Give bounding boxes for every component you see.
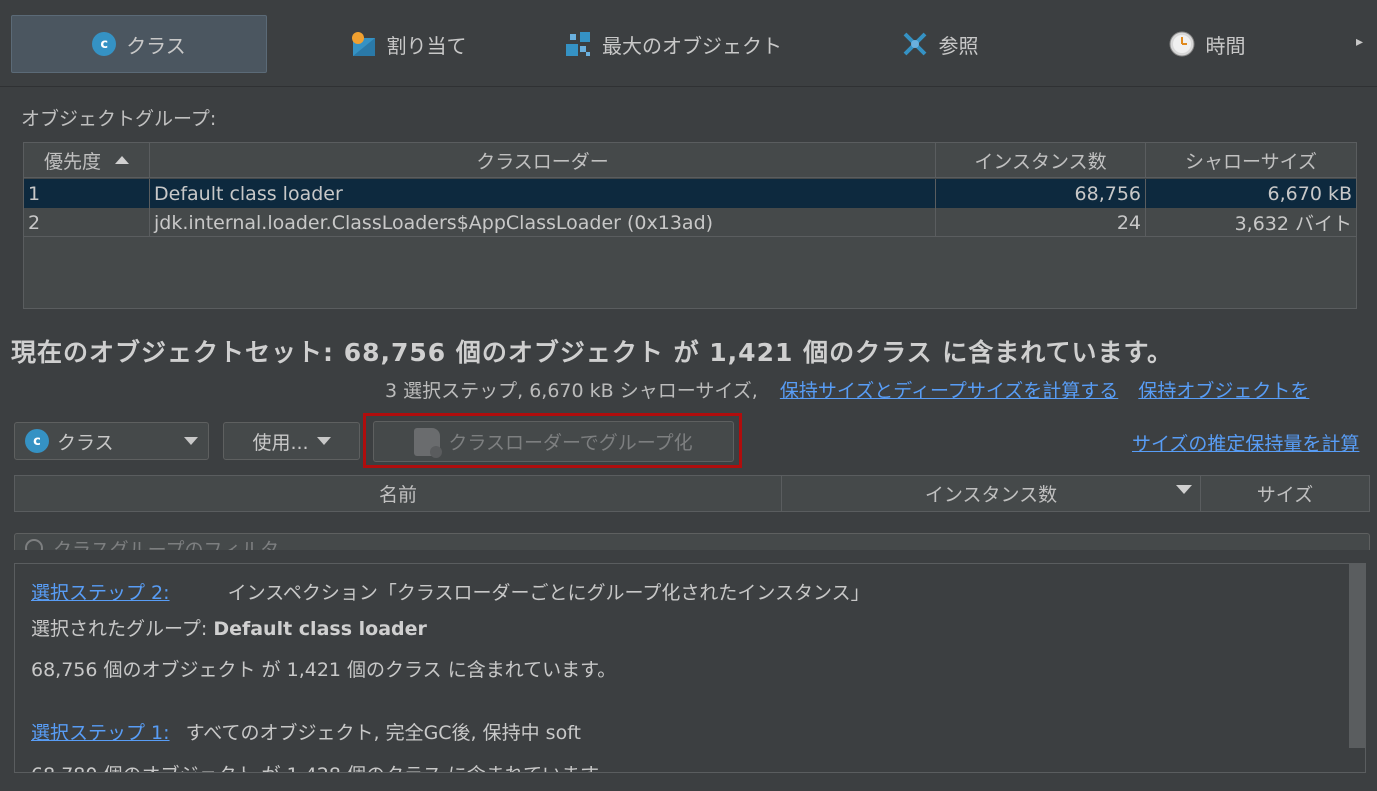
step-2-line: 選択ステップ 2: インスペクション「クラスローダーごとにグループ化されたインス… — [31, 578, 870, 605]
tab-time[interactable]: 時間 — [1164, 15, 1249, 73]
search-icon — [25, 539, 43, 550]
step-1-line: 選択ステップ 1: すべてのオブジェクト, 完全GC後, 保持中 soft — [31, 718, 581, 745]
object-groups-label: オブジェクトグループ: — [21, 108, 217, 130]
table-row[interactable]: 1 Default class loader 68,756 6,670 kB — [24, 179, 1356, 208]
column-header-priority[interactable]: 優先度 — [24, 143, 150, 178]
clock-icon — [1169, 31, 1194, 57]
step-1-summary: 68,780 個のオブジェクト が 1,428 個のクラス に含まれています。 — [31, 760, 616, 772]
tab-references[interactable]: 参照 — [897, 15, 982, 73]
step-2-summary: 68,756 個のオブジェクト が 1,421 個のクラス に含まれています。 — [31, 659, 617, 681]
selection-step-1-link[interactable]: 選択ステップ 1: — [31, 722, 170, 744]
selected-group-value: Default class loader — [213, 618, 427, 640]
shallow-size-cell: 6,670 kB — [1267, 182, 1352, 205]
retained-objects-link[interactable]: 保持オブジェクトを — [1138, 380, 1309, 402]
references-icon — [903, 32, 926, 56]
column-header-class-loader[interactable]: クラスローダー — [150, 143, 936, 178]
chevron-down-icon — [316, 437, 331, 445]
group-by-class-loader-label: クラスローダーでグループ化 — [448, 432, 693, 454]
class-icon: c — [25, 429, 49, 453]
instances-cell: 68,756 — [936, 179, 1146, 208]
tab-label: 時間 — [1205, 33, 1246, 58]
selection-history-panel: 選択ステップ 2: インスペクション「クラスローダーごとにグループ化されたインス… — [14, 563, 1366, 773]
tab-scroll-right-icon[interactable]: ▸ — [1356, 34, 1363, 50]
step-1-description: すべてのオブジェクト, 完全GC後, 保持中 soft — [185, 722, 582, 744]
selected-group-line: 選択されたグループ: Default class loader — [31, 614, 427, 641]
class-table-header: 名前 インスタンス数 サイズ — [14, 475, 1370, 512]
class-group-filter-input[interactable]: クラスグループのフィルタ — [14, 533, 1370, 550]
tab-label: クラス — [126, 33, 186, 58]
column-header-instances[interactable]: インスタンス数 — [936, 143, 1146, 178]
sort-descending-icon — [1176, 485, 1192, 494]
instances-cell: 24 — [936, 208, 1146, 237]
estimate-retained-size-link[interactable]: サイズの推定保持量を計算 — [1132, 429, 1359, 456]
object-groups-table: 優先度 クラスローダー インスタンス数 シャローサイズ 1 Default cl… — [23, 142, 1357, 309]
table-row[interactable]: 2 jdk.internal.loader.ClassLoaders$AppCl… — [24, 208, 1356, 237]
tab-classes[interactable]: c クラス — [11, 15, 267, 73]
class-icon: c — [92, 32, 117, 56]
selection-summary: 3 選択ステップ, 6,670 kB シャローサイズ, 保持サイズとディープサイ… — [385, 376, 1309, 403]
column-header-size[interactable]: サイズ — [1201, 476, 1369, 511]
tab-label: 最大のオブジェクト — [602, 33, 782, 58]
step-2-description: インスペクション「クラスローダーごとにグループ化されたインスタンス」 — [227, 582, 870, 604]
priority-cell: 1 — [24, 179, 150, 208]
class-table-body: クラスグループのフィルタ — [14, 512, 1370, 550]
filter-placeholder: クラスグループのフィルタ — [53, 538, 280, 551]
allocation-icon — [351, 32, 375, 56]
tab-biggest-objects[interactable]: 最大のオブジェクト — [558, 15, 788, 73]
tab-label: 参照 — [938, 33, 979, 58]
selection-summary-text: 3 選択ステップ, 6,670 kB シャローサイズ, — [385, 380, 758, 402]
column-header-name[interactable]: 名前 — [15, 476, 782, 511]
view-tab-bar: c クラス 割り当て 最大のオブジェクト 参照 時間 ▸ — [0, 0, 1377, 87]
use-menu-button[interactable]: 使用... — [223, 422, 360, 460]
column-header-instance-count[interactable]: インスタンス数 — [782, 476, 1201, 511]
priority-cell: 2 — [24, 208, 150, 237]
selection-step-2-link[interactable]: 選択ステップ 2: — [31, 582, 170, 604]
group-by-class-loader-button[interactable]: クラスローダーでグループ化 — [373, 421, 734, 462]
sort-ascending-icon — [115, 156, 129, 164]
use-menu-label: 使用... — [252, 431, 309, 454]
tab-allocations[interactable]: 割り当て — [345, 15, 470, 73]
chevron-down-icon — [184, 437, 198, 445]
selected-group-label: 選択されたグループ: — [31, 618, 208, 640]
column-header-shallow-size[interactable]: シャローサイズ — [1146, 143, 1356, 178]
class-loader-cell: Default class loader — [150, 179, 936, 208]
info-panel-scrollbar[interactable] — [1349, 563, 1365, 748]
biggest-objects-icon — [566, 32, 590, 56]
current-object-set-heading: 現在のオブジェクトセット: 68,756 個のオブジェクト が 1,421 個の… — [11, 338, 1174, 367]
calculate-retained-sizes-link[interactable]: 保持サイズとディープサイズを計算する — [780, 380, 1118, 402]
class-loader-cell: jdk.internal.loader.ClassLoaders$AppClas… — [150, 208, 936, 237]
tab-label: 割り当て — [386, 33, 467, 58]
view-selector-combo[interactable]: c クラス — [14, 422, 209, 460]
class-loader-icon — [414, 427, 443, 458]
view-selector-value: クラス — [57, 431, 114, 454]
shallow-size-cell: 3,632 バイト — [1234, 213, 1352, 235]
